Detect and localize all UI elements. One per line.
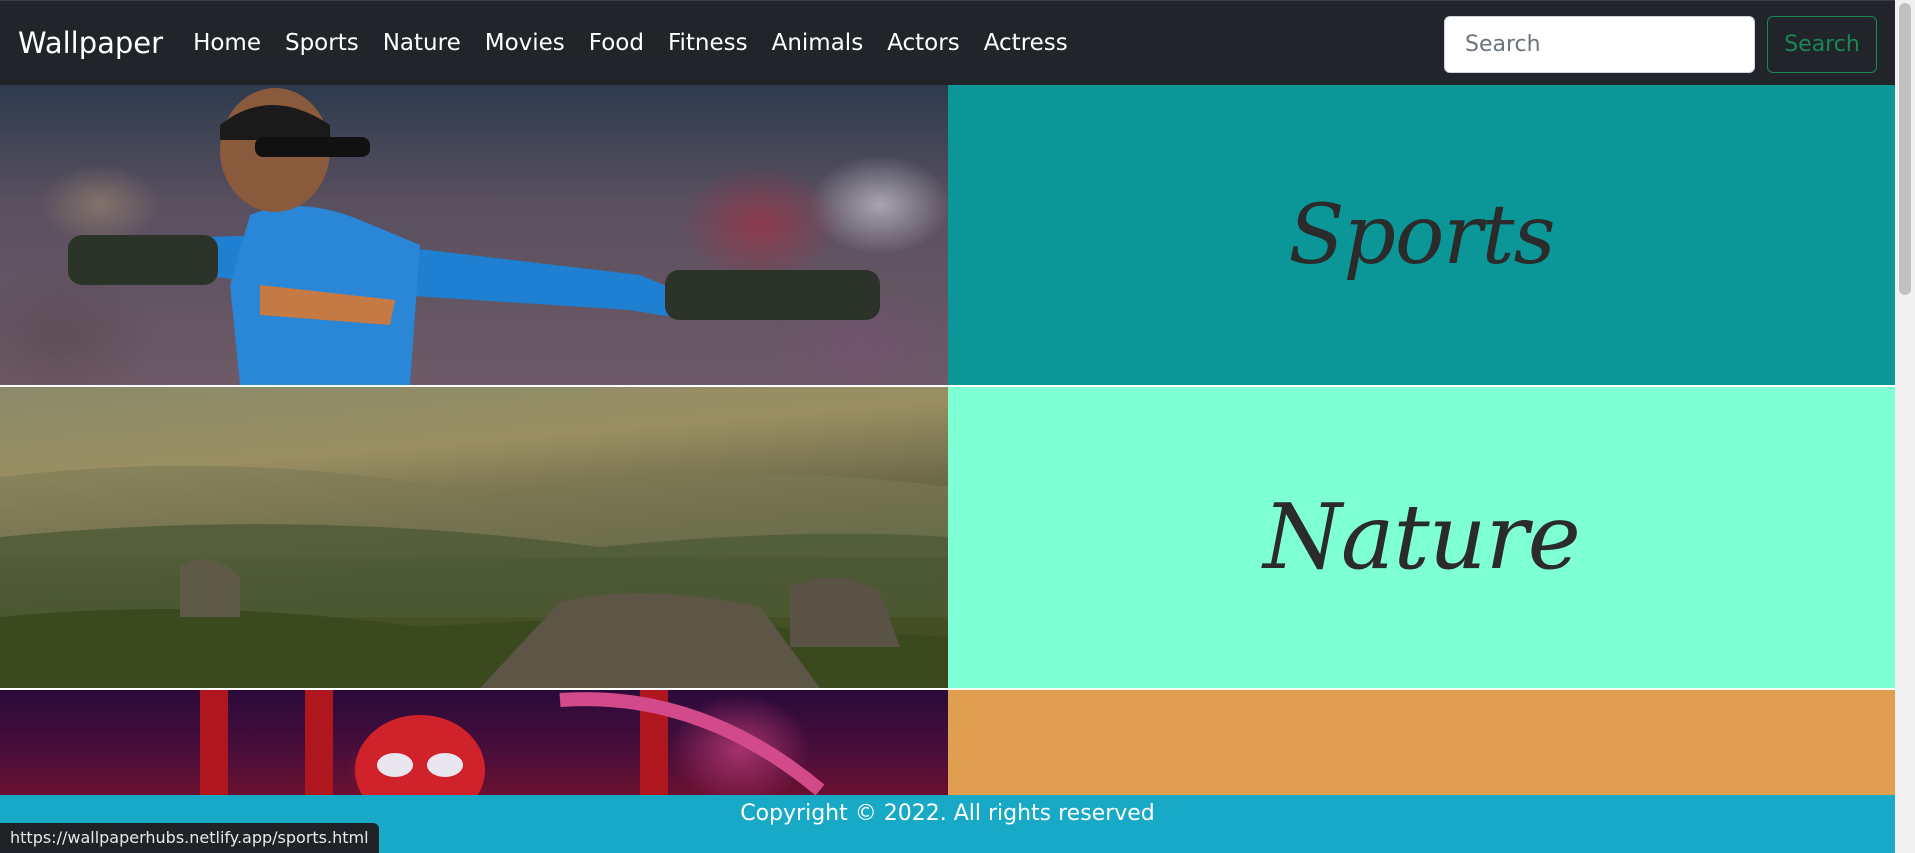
movies-title-panel[interactable] xyxy=(948,690,1895,795)
link-status-bar: https://wallpaperhubs.netlify.app/sports… xyxy=(0,823,379,853)
nature-title: Nature xyxy=(1263,485,1581,590)
spiderman-illustration xyxy=(200,690,825,795)
scrollbar-thumb[interactable] xyxy=(1899,3,1911,295)
top-navbar: Wallpaper Home Sports Nature Movies Food… xyxy=(0,0,1895,85)
sports-image[interactable] xyxy=(0,85,948,385)
nav-link-actress[interactable]: Actress xyxy=(972,30,1080,56)
nav-link-food[interactable]: Food xyxy=(577,30,656,56)
search-button[interactable]: Search xyxy=(1767,16,1877,73)
category-row-sports: Sports xyxy=(0,85,1895,385)
nav-link-movies[interactable]: Movies xyxy=(473,30,577,56)
page-scrollbar[interactable] xyxy=(1895,0,1915,853)
nav-link-sports[interactable]: Sports xyxy=(273,30,371,56)
search-form: Search xyxy=(1444,16,1877,73)
nav-link-nature[interactable]: Nature xyxy=(371,30,473,56)
category-row-movies xyxy=(0,690,1895,795)
nav-link-fitness[interactable]: Fitness xyxy=(656,30,760,56)
nav-link-home[interactable]: Home xyxy=(181,30,273,56)
search-input[interactable] xyxy=(1444,16,1755,73)
nav-links: Home Sports Nature Movies Food Fitness A… xyxy=(181,1,1080,85)
nav-link-actors[interactable]: Actors xyxy=(875,30,972,56)
brand-logo[interactable]: Wallpaper xyxy=(18,26,163,60)
page: Wallpaper Home Sports Nature Movies Food… xyxy=(0,0,1915,853)
nature-image[interactable] xyxy=(0,387,948,688)
cricketer-illustration xyxy=(68,88,880,385)
sports-title: Sports xyxy=(1288,187,1555,283)
nature-title-panel[interactable]: Nature xyxy=(948,387,1895,688)
copyright-text: Copyright © 2022. All rights reserved xyxy=(740,801,1155,826)
movies-image[interactable] xyxy=(0,690,948,795)
landscape-illustration xyxy=(0,465,948,688)
sports-title-panel[interactable]: Sports xyxy=(948,85,1895,385)
nav-link-animals[interactable]: Animals xyxy=(760,30,876,56)
category-row-nature: Nature xyxy=(0,387,1895,688)
